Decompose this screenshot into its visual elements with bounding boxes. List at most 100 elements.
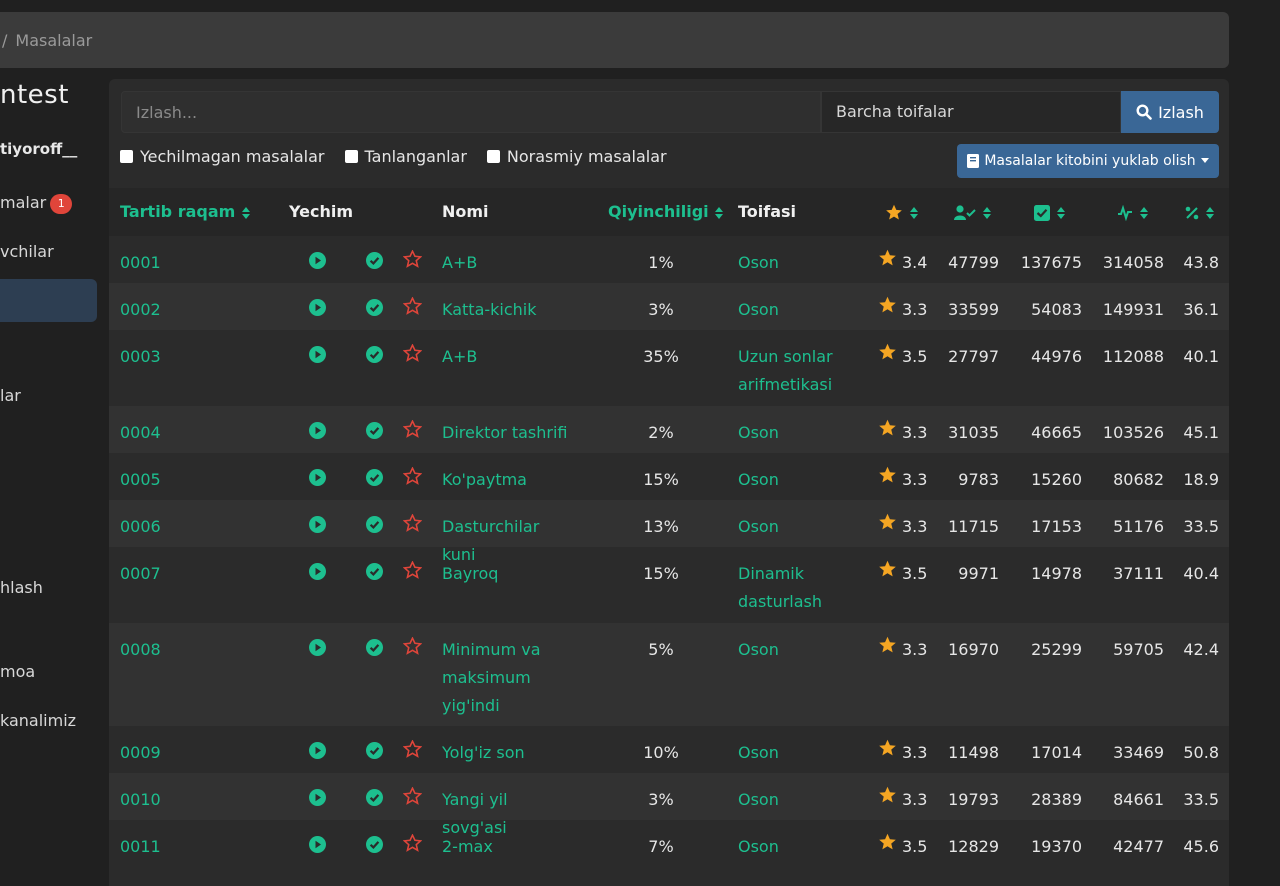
attempted-count: 16970 — [948, 640, 999, 659]
table-header: Tartib raqam Yechim Nomi Qiyinchiligi To… — [109, 188, 1229, 236]
sort-icon — [715, 206, 724, 219]
problem-id[interactable]: 0011 — [120, 833, 161, 861]
success-percent: 43.8 — [1183, 253, 1219, 272]
problem-category[interactable]: Oson — [738, 466, 863, 494]
play-icon[interactable] — [309, 420, 326, 448]
play-icon[interactable] — [309, 740, 326, 768]
favorite-star-icon[interactable] — [402, 739, 423, 767]
sidebar-item-5[interactable]: kanalimiz — [0, 711, 76, 730]
sidebar-item-2[interactable]: lar — [0, 386, 21, 405]
table-row[interactable]: 0001 A+B 1% Oson 3.4 47799 137675 314058 43.8 — [109, 236, 1229, 283]
table-row[interactable]: 0005 Ko'paytma 15% Oson 3.3 9783 15260 80682 18.… — [109, 453, 1229, 500]
favorite-star-icon[interactable] — [402, 419, 423, 447]
play-icon[interactable] — [309, 467, 326, 495]
table-row[interactable]: 0006 Dasturchilar kuni 13% Oson 3.3 11715 1715… — [109, 500, 1229, 564]
search-input[interactable] — [121, 91, 821, 133]
problem-rating: 3.3 — [902, 640, 928, 659]
category-select[interactable]: Barcha toifalar — [821, 91, 1121, 133]
checkbox[interactable] — [120, 150, 133, 163]
play-icon[interactable] — [309, 561, 326, 589]
table-row[interactable]: 0003 A+B 35% Uzun sonlar arifmetikasi 3.5 277… — [109, 330, 1229, 406]
col-solved-header[interactable] — [1034, 188, 1066, 236]
problem-id[interactable]: 0008 — [120, 636, 161, 664]
filter-unofficial[interactable]: Norasmiy masalalar — [486, 147, 667, 166]
problem-category[interactable]: Dinamik dasturlash — [738, 560, 863, 616]
table-row[interactable]: 0009 Yolg'iz son 10% Oson 3.3 11498 17014 33469… — [109, 726, 1229, 773]
problem-id[interactable]: 0006 — [120, 513, 161, 541]
favorite-star-icon[interactable] — [402, 833, 423, 861]
table-row[interactable]: 0011 2-max 7% Oson 3.5 12829 19370 42477 45.6 — [109, 820, 1229, 867]
checkbox[interactable] — [344, 150, 358, 163]
favorite-star-icon[interactable] — [402, 249, 423, 277]
download-book-button[interactable]: Masalalar kitobini yuklab olish — [957, 144, 1219, 178]
problem-name[interactable]: Katta-kichik — [442, 296, 572, 324]
sidebar-item-4[interactable]: moa — [0, 662, 35, 681]
col-attempted-header[interactable] — [954, 188, 992, 236]
problem-category[interactable]: Oson — [738, 636, 863, 664]
favorite-star-icon[interactable] — [402, 466, 423, 494]
table-row[interactable]: 0002 Katta-kichik 3% Oson 3.3 33599 54083 14993… — [109, 283, 1229, 330]
problem-category[interactable]: Oson — [738, 513, 863, 541]
filter-selected[interactable]: Tanlanganlar — [344, 147, 467, 166]
problem-id[interactable]: 0002 — [120, 296, 161, 324]
table-row[interactable]: 0007 Bayroq 15% Dinamik dasturlash 3.5 9971 14… — [109, 547, 1229, 623]
user-name[interactable]: tiyoroff__ — [0, 140, 77, 158]
problem-name[interactable]: Ko'paytma — [442, 466, 572, 494]
problem-id[interactable]: 0010 — [120, 786, 161, 814]
favorite-star-icon[interactable] — [402, 560, 423, 588]
sidebar-item-3[interactable]: hlash — [0, 578, 43, 597]
problem-difficulty: 2% — [648, 423, 674, 442]
search-button[interactable]: Izlash — [1121, 91, 1219, 133]
problem-id[interactable]: 0005 — [120, 466, 161, 494]
attempted-count: 12829 — [948, 837, 999, 856]
problem-category[interactable]: Oson — [738, 739, 863, 767]
table-row[interactable]: 0008 Minimum va maksimum yig'indi 5% Oson 3.… — [109, 623, 1229, 726]
problem-id[interactable]: 0007 — [120, 560, 161, 588]
problem-category[interactable]: Oson — [738, 786, 863, 814]
play-icon[interactable] — [309, 637, 326, 665]
problem-id[interactable]: 0001 — [120, 249, 161, 277]
problem-name[interactable]: A+B — [442, 249, 572, 277]
problem-category[interactable]: Oson — [738, 249, 863, 277]
problem-name[interactable]: A+B — [442, 343, 572, 371]
table-row[interactable]: 0010 Yangi yil sovg'asi 3% Oson 3.3 19793 2838… — [109, 773, 1229, 837]
favorite-star-icon[interactable] — [402, 296, 423, 324]
play-icon[interactable] — [309, 514, 326, 542]
solved-count: 17153 — [1031, 517, 1082, 536]
col-difficulty-header[interactable]: Qiyinchiligi — [608, 188, 724, 236]
col-id-header[interactable]: Tartib raqam — [120, 188, 251, 236]
problem-category[interactable]: Oson — [738, 419, 863, 447]
play-icon[interactable] — [309, 297, 326, 325]
sidebar-item-0[interactable]: malar 1 — [0, 193, 73, 214]
filter-unsolved[interactable]: Yechilmagan masalalar — [120, 147, 325, 166]
play-icon[interactable] — [309, 834, 326, 862]
problem-id[interactable]: 0003 — [120, 343, 161, 371]
favorite-star-icon[interactable] — [402, 786, 423, 814]
sort-icon — [1205, 206, 1214, 219]
problem-id[interactable]: 0009 — [120, 739, 161, 767]
brand-logo[interactable]: ntest — [0, 80, 69, 110]
sidebar-active-item[interactable] — [0, 279, 97, 322]
checkbox[interactable] — [486, 150, 500, 163]
favorite-star-icon[interactable] — [402, 636, 423, 664]
problem-id[interactable]: 0004 — [120, 419, 161, 447]
problem-category[interactable]: Oson — [738, 296, 863, 324]
attempted-count: 11498 — [948, 743, 999, 762]
problem-category[interactable]: Uzun sonlar arifmetikasi — [738, 343, 863, 399]
col-submissions-header[interactable] — [1117, 188, 1149, 236]
favorite-star-icon[interactable] — [402, 513, 423, 541]
sidebar-item-1[interactable]: vchilar — [0, 242, 54, 261]
problem-name[interactable]: Yolg'iz son — [442, 739, 572, 767]
problem-name[interactable]: Direktor tashrifi — [442, 419, 572, 447]
problem-name[interactable]: Bayroq — [442, 560, 572, 588]
problem-name[interactable]: 2-max — [442, 833, 572, 861]
play-icon[interactable] — [309, 787, 326, 815]
play-icon[interactable] — [309, 344, 326, 372]
col-rating-header[interactable] — [885, 188, 919, 236]
problem-category[interactable]: Oson — [738, 833, 863, 861]
table-row[interactable]: 0004 Direktor tashrifi 2% Oson 3.3 31035 46665… — [109, 406, 1229, 453]
favorite-star-icon[interactable] — [402, 343, 423, 371]
col-percent-header[interactable] — [1185, 188, 1215, 236]
problem-name[interactable]: Minimum va maksimum yig'indi — [442, 636, 572, 720]
play-icon[interactable] — [309, 250, 326, 278]
